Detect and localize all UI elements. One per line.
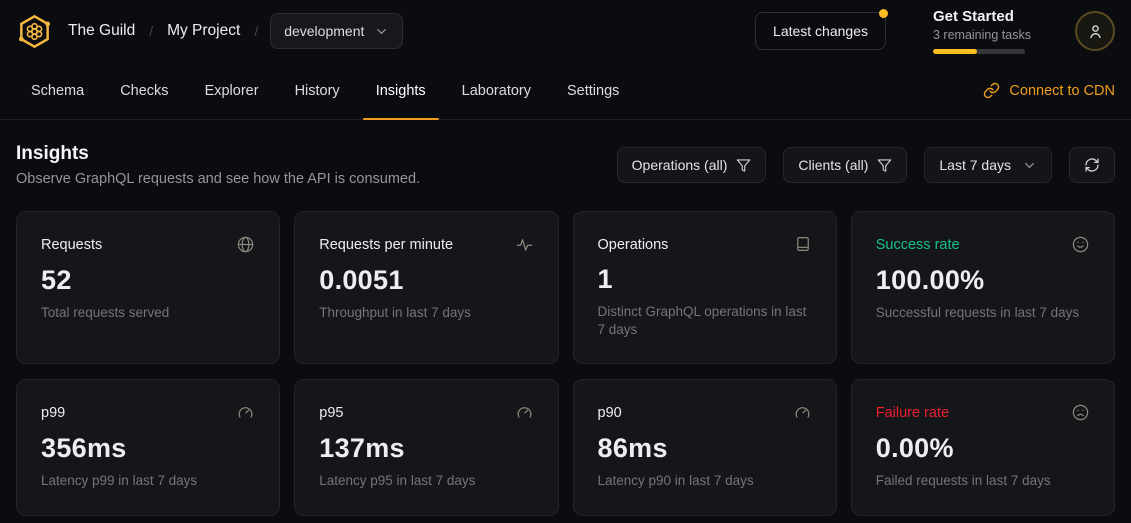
date-range-dropdown[interactable]: Last 7 days bbox=[924, 147, 1052, 183]
stat-card-title: p95 bbox=[319, 403, 343, 421]
globe-icon bbox=[236, 235, 255, 254]
chevron-down-icon bbox=[374, 24, 389, 39]
nav-bar: Schema Checks Explorer History Insights … bbox=[0, 62, 1131, 120]
get-started-panel[interactable]: Get Started 3 remaining tasks bbox=[933, 8, 1033, 54]
nav-tabs: Schema Checks Explorer History Insights … bbox=[16, 62, 640, 119]
connect-to-cdn-label: Connect to CDN bbox=[1009, 83, 1115, 99]
notification-dot bbox=[879, 9, 888, 18]
book-icon bbox=[794, 235, 812, 253]
stat-card-title: Failure rate bbox=[876, 403, 949, 421]
target-selector-value: development bbox=[284, 23, 364, 39]
stat-card-description: Distinct GraphQL operations in last 7 da… bbox=[598, 303, 812, 339]
stat-card-value: 356ms bbox=[41, 433, 255, 464]
chevron-down-icon bbox=[1022, 158, 1037, 173]
get-started-progress bbox=[933, 49, 1025, 54]
stat-card-title: p99 bbox=[41, 403, 65, 421]
insights-page: Insights Observe GraphQL requests and se… bbox=[0, 120, 1131, 516]
breadcrumb-separator: / bbox=[149, 23, 153, 39]
person-icon bbox=[1086, 22, 1105, 41]
stat-card-value: 137ms bbox=[319, 433, 533, 464]
gauge-icon bbox=[236, 403, 255, 422]
stat-card-p99: p99 356ms Latency p99 in last 7 days bbox=[16, 379, 280, 515]
gauge-icon bbox=[793, 403, 812, 422]
tab-laboratory[interactable]: Laboratory bbox=[447, 62, 546, 119]
link-icon bbox=[983, 82, 1000, 99]
stat-card-value: 100.00% bbox=[876, 265, 1090, 296]
stat-card-value: 0.00% bbox=[876, 433, 1090, 464]
target-selector-dropdown[interactable]: development bbox=[270, 13, 403, 49]
clients-filter-button[interactable]: Clients (all) bbox=[783, 147, 907, 183]
breadcrumb: The Guild / My Project / bbox=[68, 22, 258, 40]
breadcrumb-project[interactable]: My Project bbox=[167, 22, 240, 40]
stat-card-value: 1 bbox=[598, 264, 812, 295]
top-header: The Guild / My Project / development Lat… bbox=[0, 0, 1131, 62]
page-title: Insights bbox=[16, 143, 420, 165]
stat-card-description: Latency p90 in last 7 days bbox=[598, 472, 812, 490]
gauge-icon bbox=[515, 403, 534, 422]
stat-card-title: Success rate bbox=[876, 235, 960, 253]
stat-card-description: Latency p95 in last 7 days bbox=[319, 472, 533, 490]
section-title-block: Insights Observe GraphQL requests and se… bbox=[16, 143, 420, 187]
user-avatar[interactable] bbox=[1075, 11, 1115, 51]
breadcrumb-org[interactable]: The Guild bbox=[68, 22, 135, 40]
stat-card-p90: p90 86ms Latency p90 in last 7 days bbox=[573, 379, 837, 515]
stat-card-failure-rate: Failure rate 0.00% Failed requests in la… bbox=[851, 379, 1115, 515]
filter-icon bbox=[877, 158, 892, 173]
tab-history[interactable]: History bbox=[280, 62, 355, 119]
get-started-progress-fill bbox=[933, 49, 977, 54]
stat-card-requests: Requests 52 Total requests served bbox=[16, 211, 280, 364]
filter-toolbar: Operations (all) Clients (all) Last 7 da… bbox=[617, 147, 1115, 183]
stat-card-operations: Operations 1 Distinct GraphQL operations… bbox=[573, 211, 837, 364]
breadcrumb-separator: / bbox=[254, 23, 258, 39]
refresh-button[interactable] bbox=[1069, 147, 1115, 183]
activity-icon bbox=[515, 235, 534, 254]
stat-card-description: Successful requests in last 7 days bbox=[876, 304, 1090, 322]
stat-card-value: 0.0051 bbox=[319, 265, 533, 296]
stat-card-description: Latency p99 in last 7 days bbox=[41, 472, 255, 490]
stat-card-title: Requests bbox=[41, 235, 102, 253]
stat-card-value: 86ms bbox=[598, 433, 812, 464]
page-subtitle: Observe GraphQL requests and see how the… bbox=[16, 171, 420, 187]
stat-card-title: Operations bbox=[598, 235, 669, 253]
filter-icon bbox=[736, 158, 751, 173]
stat-card-p95: p95 137ms Latency p95 in last 7 days bbox=[294, 379, 558, 515]
refresh-icon bbox=[1084, 157, 1100, 173]
connect-to-cdn-link[interactable]: Connect to CDN bbox=[983, 62, 1115, 119]
stat-card-value: 52 bbox=[41, 265, 255, 296]
tab-schema[interactable]: Schema bbox=[16, 62, 99, 119]
stat-card-requests-per-minute: Requests per minute 0.0051 Throughput in… bbox=[294, 211, 558, 364]
tab-settings[interactable]: Settings bbox=[552, 62, 634, 119]
hive-logo-icon[interactable] bbox=[16, 13, 53, 50]
stat-cards-grid: Requests 52 Total requests served Reques… bbox=[16, 211, 1115, 516]
stat-card-description: Failed requests in last 7 days bbox=[876, 472, 1090, 490]
operations-filter-button[interactable]: Operations (all) bbox=[617, 147, 767, 183]
get-started-title: Get Started bbox=[933, 8, 1033, 25]
stat-card-success-rate: Success rate 100.00% Successful requests… bbox=[851, 211, 1115, 364]
stat-card-description: Total requests served bbox=[41, 304, 255, 322]
smile-icon bbox=[1071, 235, 1090, 254]
tab-checks[interactable]: Checks bbox=[105, 62, 183, 119]
tab-insights[interactable]: Insights bbox=[361, 62, 441, 119]
stat-card-title: p90 bbox=[598, 403, 622, 421]
latest-changes-button[interactable]: Latest changes bbox=[755, 12, 886, 50]
tab-explorer[interactable]: Explorer bbox=[190, 62, 274, 119]
frown-icon bbox=[1071, 403, 1090, 422]
stat-card-title: Requests per minute bbox=[319, 235, 453, 253]
stat-card-description: Throughput in last 7 days bbox=[319, 304, 533, 322]
get-started-subtitle: 3 remaining tasks bbox=[933, 28, 1033, 42]
